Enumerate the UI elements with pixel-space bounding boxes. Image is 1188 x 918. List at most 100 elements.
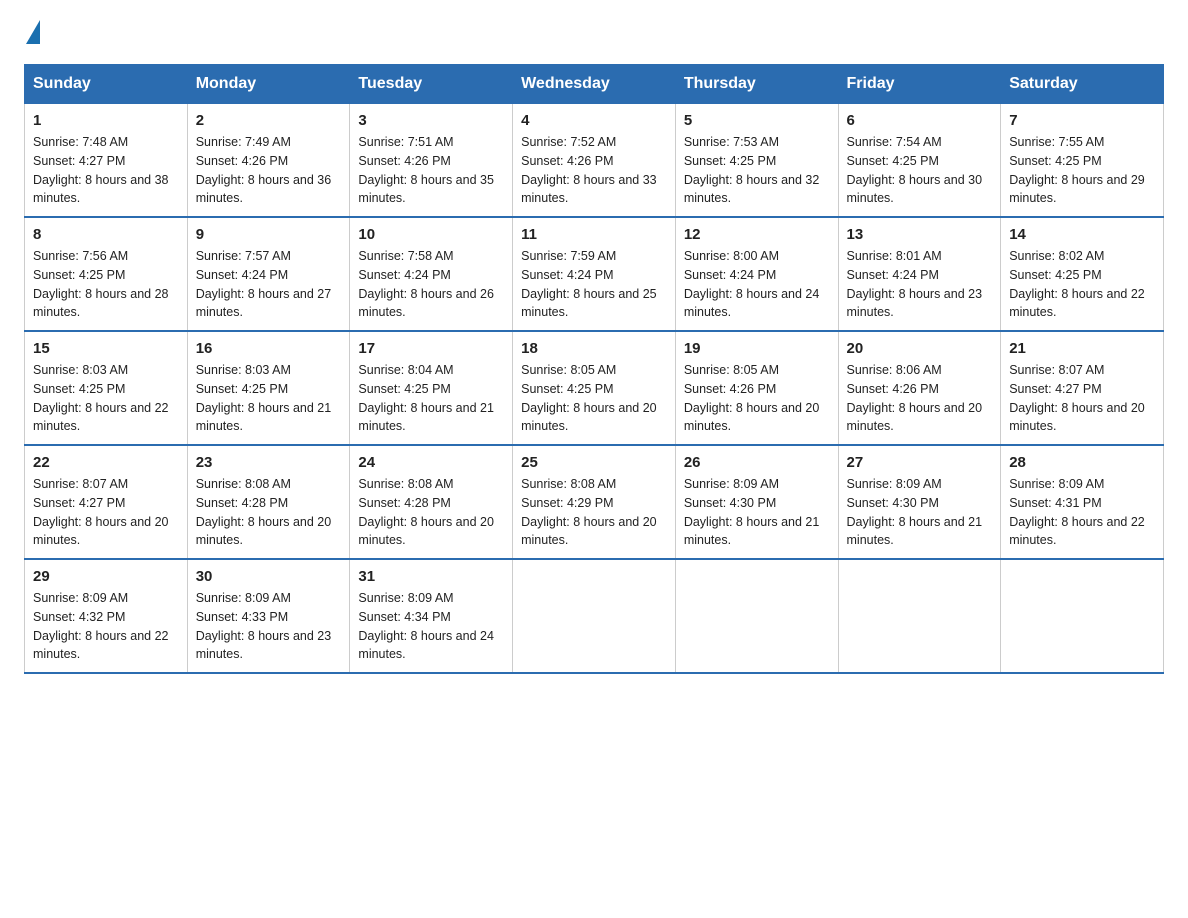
day-number: 2 <box>196 112 342 129</box>
day-info: Sunrise: 7:52 AMSunset: 4:26 PMDaylight:… <box>521 135 657 205</box>
calendar-cell <box>513 559 676 673</box>
day-info: Sunrise: 8:09 AMSunset: 4:31 PMDaylight:… <box>1009 477 1145 547</box>
calendar-cell: 24 Sunrise: 8:08 AMSunset: 4:28 PMDaylig… <box>350 445 513 559</box>
day-number: 10 <box>358 226 504 243</box>
day-info: Sunrise: 7:55 AMSunset: 4:25 PMDaylight:… <box>1009 135 1145 205</box>
calendar-cell: 6 Sunrise: 7:54 AMSunset: 4:25 PMDayligh… <box>838 104 1001 218</box>
day-info: Sunrise: 8:09 AMSunset: 4:33 PMDaylight:… <box>196 591 332 661</box>
day-info: Sunrise: 8:08 AMSunset: 4:28 PMDaylight:… <box>196 477 332 547</box>
calendar-cell: 16 Sunrise: 8:03 AMSunset: 4:25 PMDaylig… <box>187 331 350 445</box>
day-number: 21 <box>1009 340 1155 357</box>
calendar-cell: 11 Sunrise: 7:59 AMSunset: 4:24 PMDaylig… <box>513 217 676 331</box>
day-info: Sunrise: 8:05 AMSunset: 4:25 PMDaylight:… <box>521 363 657 433</box>
day-number: 12 <box>684 226 830 243</box>
day-number: 15 <box>33 340 179 357</box>
calendar-cell: 7 Sunrise: 7:55 AMSunset: 4:25 PMDayligh… <box>1001 104 1164 218</box>
calendar-cell <box>1001 559 1164 673</box>
day-info: Sunrise: 8:01 AMSunset: 4:24 PMDaylight:… <box>847 249 983 319</box>
calendar-cell: 20 Sunrise: 8:06 AMSunset: 4:26 PMDaylig… <box>838 331 1001 445</box>
day-number: 31 <box>358 568 504 585</box>
page-header <box>24 24 1164 44</box>
day-info: Sunrise: 7:49 AMSunset: 4:26 PMDaylight:… <box>196 135 332 205</box>
day-number: 11 <box>521 226 667 243</box>
calendar-cell: 28 Sunrise: 8:09 AMSunset: 4:31 PMDaylig… <box>1001 445 1164 559</box>
day-number: 30 <box>196 568 342 585</box>
calendar-cell: 10 Sunrise: 7:58 AMSunset: 4:24 PMDaylig… <box>350 217 513 331</box>
calendar-cell: 31 Sunrise: 8:09 AMSunset: 4:34 PMDaylig… <box>350 559 513 673</box>
calendar-cell: 12 Sunrise: 8:00 AMSunset: 4:24 PMDaylig… <box>675 217 838 331</box>
weekday-header-friday: Friday <box>838 65 1001 104</box>
day-info: Sunrise: 8:09 AMSunset: 4:30 PMDaylight:… <box>847 477 983 547</box>
day-number: 8 <box>33 226 179 243</box>
day-number: 23 <box>196 454 342 471</box>
day-number: 9 <box>196 226 342 243</box>
day-number: 18 <box>521 340 667 357</box>
calendar-cell: 15 Sunrise: 8:03 AMSunset: 4:25 PMDaylig… <box>25 331 188 445</box>
day-number: 4 <box>521 112 667 129</box>
day-info: Sunrise: 8:00 AMSunset: 4:24 PMDaylight:… <box>684 249 820 319</box>
calendar-cell: 13 Sunrise: 8:01 AMSunset: 4:24 PMDaylig… <box>838 217 1001 331</box>
day-info: Sunrise: 8:08 AMSunset: 4:29 PMDaylight:… <box>521 477 657 547</box>
day-info: Sunrise: 7:51 AMSunset: 4:26 PMDaylight:… <box>358 135 494 205</box>
day-number: 17 <box>358 340 504 357</box>
day-info: Sunrise: 8:03 AMSunset: 4:25 PMDaylight:… <box>33 363 169 433</box>
calendar-cell: 25 Sunrise: 8:08 AMSunset: 4:29 PMDaylig… <box>513 445 676 559</box>
weekday-header-thursday: Thursday <box>675 65 838 104</box>
day-info: Sunrise: 8:05 AMSunset: 4:26 PMDaylight:… <box>684 363 820 433</box>
weekday-header-tuesday: Tuesday <box>350 65 513 104</box>
calendar-cell: 18 Sunrise: 8:05 AMSunset: 4:25 PMDaylig… <box>513 331 676 445</box>
weekday-header-wednesday: Wednesday <box>513 65 676 104</box>
day-info: Sunrise: 8:08 AMSunset: 4:28 PMDaylight:… <box>358 477 494 547</box>
day-info: Sunrise: 7:53 AMSunset: 4:25 PMDaylight:… <box>684 135 820 205</box>
calendar-cell: 29 Sunrise: 8:09 AMSunset: 4:32 PMDaylig… <box>25 559 188 673</box>
calendar-cell: 4 Sunrise: 7:52 AMSunset: 4:26 PMDayligh… <box>513 104 676 218</box>
day-info: Sunrise: 7:54 AMSunset: 4:25 PMDaylight:… <box>847 135 983 205</box>
week-row-4: 22 Sunrise: 8:07 AMSunset: 4:27 PMDaylig… <box>25 445 1164 559</box>
day-number: 27 <box>847 454 993 471</box>
day-number: 5 <box>684 112 830 129</box>
day-number: 7 <box>1009 112 1155 129</box>
day-number: 28 <box>1009 454 1155 471</box>
week-row-3: 15 Sunrise: 8:03 AMSunset: 4:25 PMDaylig… <box>25 331 1164 445</box>
calendar-cell: 26 Sunrise: 8:09 AMSunset: 4:30 PMDaylig… <box>675 445 838 559</box>
day-info: Sunrise: 8:09 AMSunset: 4:34 PMDaylight:… <box>358 591 494 661</box>
week-row-1: 1 Sunrise: 7:48 AMSunset: 4:27 PMDayligh… <box>25 104 1164 218</box>
day-number: 25 <box>521 454 667 471</box>
calendar-table: SundayMondayTuesdayWednesdayThursdayFrid… <box>24 64 1164 674</box>
calendar-cell: 9 Sunrise: 7:57 AMSunset: 4:24 PMDayligh… <box>187 217 350 331</box>
day-info: Sunrise: 8:04 AMSunset: 4:25 PMDaylight:… <box>358 363 494 433</box>
calendar-cell: 1 Sunrise: 7:48 AMSunset: 4:27 PMDayligh… <box>25 104 188 218</box>
day-info: Sunrise: 7:48 AMSunset: 4:27 PMDaylight:… <box>33 135 169 205</box>
calendar-cell: 2 Sunrise: 7:49 AMSunset: 4:26 PMDayligh… <box>187 104 350 218</box>
day-info: Sunrise: 8:03 AMSunset: 4:25 PMDaylight:… <box>196 363 332 433</box>
day-info: Sunrise: 7:57 AMSunset: 4:24 PMDaylight:… <box>196 249 332 319</box>
calendar-cell: 19 Sunrise: 8:05 AMSunset: 4:26 PMDaylig… <box>675 331 838 445</box>
day-info: Sunrise: 8:09 AMSunset: 4:32 PMDaylight:… <box>33 591 169 661</box>
day-info: Sunrise: 7:59 AMSunset: 4:24 PMDaylight:… <box>521 249 657 319</box>
calendar-cell: 22 Sunrise: 8:07 AMSunset: 4:27 PMDaylig… <box>25 445 188 559</box>
calendar-cell: 14 Sunrise: 8:02 AMSunset: 4:25 PMDaylig… <box>1001 217 1164 331</box>
logo <box>24 24 40 44</box>
day-number: 13 <box>847 226 993 243</box>
calendar-cell: 27 Sunrise: 8:09 AMSunset: 4:30 PMDaylig… <box>838 445 1001 559</box>
calendar-cell: 8 Sunrise: 7:56 AMSunset: 4:25 PMDayligh… <box>25 217 188 331</box>
day-number: 20 <box>847 340 993 357</box>
day-number: 3 <box>358 112 504 129</box>
day-number: 26 <box>684 454 830 471</box>
day-number: 24 <box>358 454 504 471</box>
day-number: 19 <box>684 340 830 357</box>
day-info: Sunrise: 7:56 AMSunset: 4:25 PMDaylight:… <box>33 249 169 319</box>
weekday-header-row: SundayMondayTuesdayWednesdayThursdayFrid… <box>25 65 1164 104</box>
weekday-header-sunday: Sunday <box>25 65 188 104</box>
day-info: Sunrise: 8:09 AMSunset: 4:30 PMDaylight:… <box>684 477 820 547</box>
day-number: 6 <box>847 112 993 129</box>
calendar-cell: 30 Sunrise: 8:09 AMSunset: 4:33 PMDaylig… <box>187 559 350 673</box>
calendar-cell <box>675 559 838 673</box>
day-info: Sunrise: 7:58 AMSunset: 4:24 PMDaylight:… <box>358 249 494 319</box>
day-info: Sunrise: 8:02 AMSunset: 4:25 PMDaylight:… <box>1009 249 1145 319</box>
weekday-header-monday: Monday <box>187 65 350 104</box>
calendar-cell: 5 Sunrise: 7:53 AMSunset: 4:25 PMDayligh… <box>675 104 838 218</box>
calendar-cell: 17 Sunrise: 8:04 AMSunset: 4:25 PMDaylig… <box>350 331 513 445</box>
week-row-2: 8 Sunrise: 7:56 AMSunset: 4:25 PMDayligh… <box>25 217 1164 331</box>
calendar-cell: 21 Sunrise: 8:07 AMSunset: 4:27 PMDaylig… <box>1001 331 1164 445</box>
